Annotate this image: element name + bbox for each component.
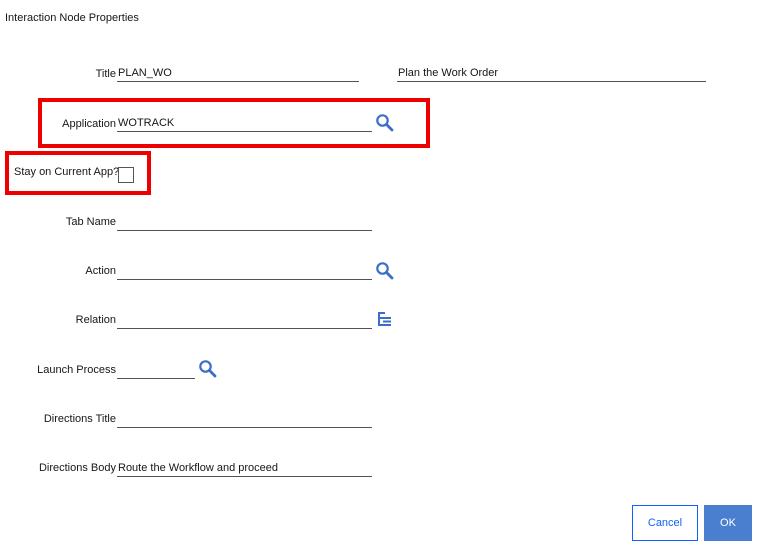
title-description-input[interactable] — [397, 64, 706, 82]
launch-process-lookup-icon[interactable] — [198, 359, 218, 379]
cancel-button[interactable]: Cancel — [632, 505, 698, 541]
directions-body-label: Directions Body — [38, 462, 116, 474]
application-lookup-icon[interactable] — [375, 113, 395, 133]
directions-title-label: Directions Title — [43, 413, 116, 425]
dialog-title: Interaction Node Properties — [5, 12, 139, 24]
directions-body-input[interactable] — [117, 459, 372, 477]
stay-on-current-app-label: Stay on Current App? — [14, 166, 120, 178]
action-input[interactable] — [117, 262, 372, 280]
tab-name-label: Tab Name — [65, 216, 116, 228]
application-label: Application — [62, 118, 116, 130]
title-label: Title — [95, 68, 116, 80]
title-input[interactable] — [117, 64, 359, 82]
application-input[interactable] — [117, 114, 372, 132]
launch-process-label: Launch Process — [37, 364, 116, 376]
relation-hierarchy-icon[interactable] — [376, 310, 394, 328]
action-lookup-icon[interactable] — [375, 261, 395, 281]
launch-process-input[interactable] — [117, 361, 195, 379]
relation-input[interactable] — [117, 311, 372, 329]
tab-name-input[interactable] — [117, 213, 372, 231]
ok-button[interactable]: OK — [704, 505, 752, 541]
relation-label: Relation — [75, 314, 116, 326]
action-label: Action — [85, 265, 116, 277]
stay-on-current-app-checkbox[interactable] — [118, 167, 134, 183]
directions-title-input[interactable] — [117, 410, 372, 428]
